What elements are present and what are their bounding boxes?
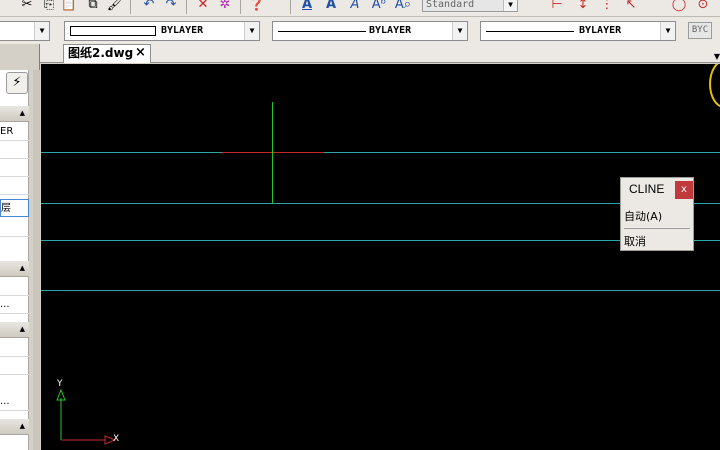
collapse-icon[interactable]: ▲: [20, 109, 25, 117]
dimension-icon[interactable]: ⊢: [548, 0, 566, 13]
list-item-selected[interactable]: 层: [0, 199, 29, 217]
section-header-general[interactable]: ▲: [0, 106, 29, 122]
toolbar-separator: [186, 0, 187, 14]
linear-dimension-icon[interactable]: ↕: [574, 0, 592, 13]
lineweight-combo[interactable]: BYLAYER ▼: [480, 21, 676, 41]
ucs-icon: Y X: [51, 376, 121, 448]
text-style-value: Standard: [426, 0, 475, 10]
crosshair-x-axis: [222, 152, 324, 153]
chevron-down-icon[interactable]: ▼: [714, 52, 720, 61]
copy-icon[interactable]: ⎘: [40, 0, 58, 13]
linetype-value: BYLAYER: [369, 25, 412, 36]
construction-line[interactable]: [41, 240, 720, 241]
color-combo[interactable]: BYLAYER ▼: [64, 21, 260, 41]
list-item[interactable]: [0, 219, 29, 237]
circle-icon[interactable]: ⊙: [694, 0, 712, 13]
quick-select-filter-icon[interactable]: ⚡: [6, 72, 28, 94]
color-swatch: [70, 26, 156, 36]
collapse-icon[interactable]: ▲: [20, 325, 25, 333]
text-style-select[interactable]: Standard ▼: [422, 0, 518, 12]
list-item[interactable]: ...: [0, 296, 29, 314]
chevron-down-icon[interactable]: ▼: [660, 22, 675, 40]
radius-dimension-icon[interactable]: ◯: [670, 0, 688, 13]
erase-icon[interactable]: ✕: [194, 0, 212, 13]
linetype-sample: [278, 31, 366, 32]
collapse-icon[interactable]: ▲: [20, 264, 25, 272]
menu-divider: [624, 228, 690, 229]
chevron-down-icon[interactable]: ▼: [34, 22, 49, 40]
list-item[interactable]: ER: [0, 123, 29, 141]
chevron-down-icon[interactable]: ▼: [244, 22, 259, 40]
list-item[interactable]: ...: [0, 393, 29, 411]
construction-line[interactable]: [41, 203, 720, 204]
menu-item-cancel[interactable]: 取消: [624, 233, 646, 249]
ucs-x-label: X: [113, 434, 120, 444]
list-item[interactable]: [0, 141, 29, 159]
close-icon[interactable]: x: [675, 181, 693, 199]
properties-palette: ▲ ER 层 ▲ ... ▲ ... ▲ ⚡: [0, 44, 40, 450]
undo-icon[interactable]: ↶: [140, 0, 158, 13]
aligned-dimension-icon[interactable]: ⋮: [598, 0, 616, 13]
list-item[interactable]: [0, 339, 29, 357]
properties-toolbar: ▼ BYLAYER ▼ BYLAYER ▼ BYLAYER ▼: [0, 17, 720, 44]
drawing-canvas[interactable]: Y X: [41, 64, 720, 450]
paste-special-icon[interactable]: ⧉: [84, 0, 102, 13]
arc-dimension-icon[interactable]: ↖: [622, 0, 640, 13]
crosshair-y-axis: [272, 102, 273, 204]
purge-icon[interactable]: ✲: [216, 0, 234, 13]
lineweight-sample: [486, 31, 574, 32]
standard-toolbar: ✂ ⎘ 📋 ⧉ 🖌 ↶ ↷ ✕ ✲ ❓ A A A Aᵇ A⌕ Standard…: [0, 0, 720, 17]
close-icon[interactable]: ×: [135, 43, 146, 62]
properties-list: ▲ ER 层 ▲ ... ▲ ... ▲: [0, 70, 29, 450]
cline-options-menu: CLINE x 自动(A) 取消: [620, 177, 694, 251]
list-item[interactable]: [0, 278, 29, 296]
paste-icon[interactable]: 📋: [60, 0, 78, 13]
color-value: BYLAYER: [161, 25, 204, 36]
toolbar-separator: [130, 0, 131, 14]
document-tab-bar: 图纸2.dwg × ▼: [40, 44, 720, 63]
spell-check-icon[interactable]: Aᵇ: [370, 0, 388, 13]
tab-label: 图纸2.dwg: [68, 46, 134, 60]
collapse-icon[interactable]: ▲: [20, 422, 25, 430]
text-style-icon[interactable]: A: [346, 0, 364, 13]
section-header-plot[interactable]: ▲: [0, 322, 29, 338]
layer-combo[interactable]: ▼: [0, 21, 50, 41]
plot-style-combo[interactable]: BYC: [688, 22, 712, 39]
chevron-down-icon[interactable]: ▼: [503, 0, 517, 11]
navigation-wheel-icon[interactable]: [709, 64, 720, 108]
single-line-text-icon[interactable]: A: [322, 0, 340, 13]
angular-dimension-icon[interactable]: ⌒: [646, 0, 664, 13]
cut-icon[interactable]: ✂: [18, 0, 36, 13]
toolbar-separator: [240, 0, 241, 14]
ucs-y-label: Y: [57, 379, 63, 389]
construction-line[interactable]: [41, 290, 720, 291]
redo-icon[interactable]: ↷: [162, 0, 180, 13]
list-item[interactable]: [0, 159, 29, 177]
lineweight-value: BYLAYER: [579, 25, 622, 36]
palette-scrollbar[interactable]: [33, 70, 40, 450]
linetype-combo[interactable]: BYLAYER ▼: [272, 21, 468, 41]
list-item[interactable]: [0, 177, 29, 195]
chevron-down-icon[interactable]: ▼: [452, 22, 467, 40]
match-properties-icon[interactable]: 🖌: [106, 0, 124, 13]
toolbar-separator: [290, 0, 291, 14]
list-item[interactable]: [0, 357, 29, 375]
section-header-3d[interactable]: ▲: [0, 261, 29, 277]
menu-item-auto[interactable]: 自动(A): [624, 208, 662, 224]
menu-title: CLINE: [629, 182, 665, 196]
find-text-icon[interactable]: A⌕: [394, 0, 412, 13]
cad-application-window: ✂ ⎘ 📋 ⧉ 🖌 ↶ ↷ ✕ ✲ ❓ A A A Aᵇ A⌕ Standard…: [0, 0, 720, 450]
multiline-text-icon[interactable]: A: [298, 0, 316, 13]
section-header-view[interactable]: ▲: [0, 419, 29, 435]
construction-line[interactable]: [41, 152, 720, 153]
help-icon[interactable]: ❓: [248, 0, 266, 13]
